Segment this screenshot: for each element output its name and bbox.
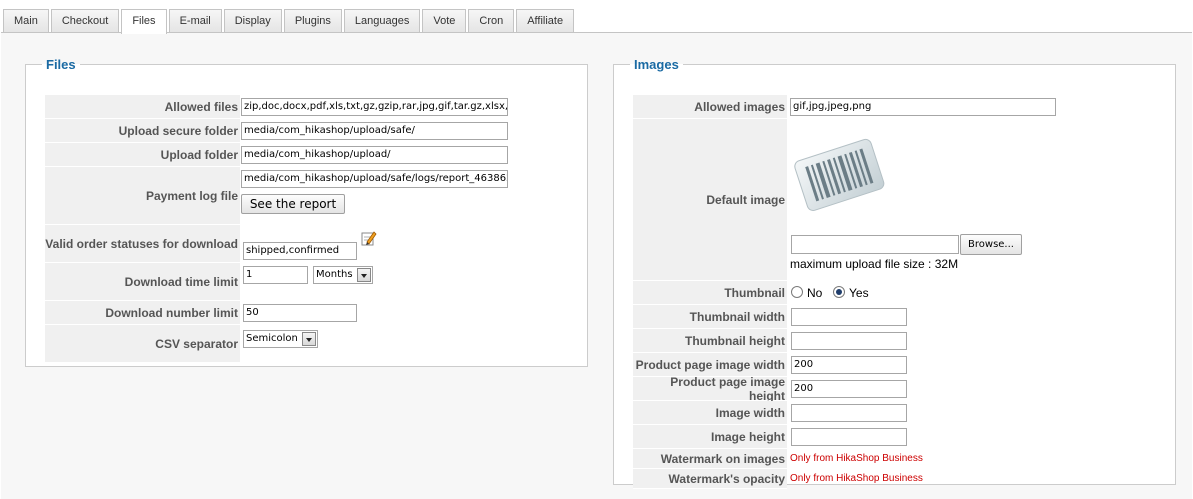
valid-statuses-label: Valid order statuses for download bbox=[45, 225, 240, 263]
tab-affiliate[interactable]: Affiliate bbox=[516, 9, 575, 33]
download-time-input[interactable]: 1 bbox=[243, 266, 308, 284]
images-legend: Images bbox=[634, 57, 679, 72]
tab-content-panel: Files Allowed files zip,doc,docx,pdf,xls… bbox=[1, 32, 1192, 499]
upload-folder-label: Upload folder bbox=[45, 143, 240, 167]
thumbnail-width-label: Thumbnail width bbox=[633, 305, 787, 329]
allowed-images-input[interactable]: gif,jpg,jpeg,png bbox=[790, 98, 1056, 116]
allowed-images-row: Allowed images gif,jpg,jpeg,png bbox=[614, 95, 1175, 119]
image-height-input[interactable] bbox=[791, 428, 907, 446]
image-width-row: Image width bbox=[614, 401, 1175, 425]
thumbnail-width-input[interactable] bbox=[791, 308, 907, 326]
download-time-label: Download time limit bbox=[45, 263, 240, 301]
default-image-file-input[interactable] bbox=[791, 235, 959, 254]
product-image-width-label: Product page image width bbox=[633, 353, 787, 377]
watermark-row: Watermark on images Only from HikaShop B… bbox=[614, 449, 1175, 469]
see-report-button[interactable]: See the report bbox=[241, 194, 345, 214]
watermark-opacity-row: Watermark's opacity Only from HikaShop B… bbox=[614, 469, 1175, 489]
thumbnail-height-input[interactable] bbox=[791, 332, 907, 350]
files-legend: Files bbox=[46, 57, 76, 72]
payment-log-input[interactable]: media/com_hikashop/upload/safe/logs/repo… bbox=[241, 170, 508, 188]
thumbnail-no-label: No bbox=[807, 286, 823, 300]
allowed-images-label: Allowed images bbox=[633, 95, 787, 119]
watermark-opacity-business-note: Only from HikaShop Business bbox=[790, 473, 923, 484]
image-width-input[interactable] bbox=[791, 404, 907, 422]
product-image-width-row: Product page image width 200 bbox=[614, 353, 1175, 377]
csv-separator-value: Semicolon bbox=[246, 333, 298, 344]
download-time-unit-select[interactable]: Months bbox=[313, 266, 373, 284]
watermark-label: Watermark on images bbox=[633, 449, 787, 469]
download-time-row: Download time limit 1 Months bbox=[26, 263, 587, 301]
max-upload-text: maximum upload file size : 32M bbox=[790, 257, 959, 271]
edit-pencil-icon[interactable] bbox=[361, 230, 377, 246]
image-height-row: Image height bbox=[614, 425, 1175, 449]
browse-button[interactable]: Browse... bbox=[960, 234, 1022, 255]
allowed-files-row: Allowed files zip,doc,docx,pdf,xls,txt,g… bbox=[26, 95, 587, 119]
product-image-height-row: Product page image height 200 bbox=[614, 375, 1175, 403]
default-image-row: Default image Browse... maximum upload f… bbox=[614, 119, 1175, 281]
chevron-down-icon bbox=[302, 332, 316, 346]
csv-separator-label: CSV separator bbox=[45, 325, 240, 363]
upload-folder-row: Upload folder media/com_hikashop/upload/ bbox=[26, 143, 587, 167]
download-time-unit-value: Months bbox=[316, 269, 353, 280]
tab-vote[interactable]: Vote bbox=[422, 9, 467, 33]
download-number-input[interactable]: 50 bbox=[243, 304, 357, 322]
tab-email[interactable]: E-mail bbox=[168, 9, 222, 33]
download-number-label: Download number limit bbox=[45, 301, 240, 325]
thumbnail-height-label: Thumbnail height bbox=[633, 329, 787, 353]
files-fieldset: Files Allowed files zip,doc,docx,pdf,xls… bbox=[25, 57, 588, 367]
upload-secure-folder-row: Upload secure folder media/com_hikashop/… bbox=[26, 119, 587, 143]
upload-secure-folder-label: Upload secure folder bbox=[45, 119, 240, 143]
watermark-business-note: Only from HikaShop Business bbox=[790, 453, 923, 464]
upload-folder-input[interactable]: media/com_hikashop/upload/ bbox=[241, 146, 508, 164]
watermark-opacity-label: Watermark's opacity bbox=[633, 469, 787, 489]
default-image-label: Default image bbox=[633, 119, 787, 281]
allowed-files-input[interactable]: zip,doc,docx,pdf,xls,txt,gz,gzip,rar,jpg… bbox=[241, 98, 508, 116]
tab-checkout[interactable]: Checkout bbox=[50, 9, 120, 33]
tab-display[interactable]: Display bbox=[223, 9, 282, 33]
valid-statuses-row: Valid order statuses for download shippe… bbox=[26, 225, 587, 263]
tab-languages[interactable]: Languages bbox=[343, 9, 421, 33]
chevron-down-icon bbox=[357, 268, 371, 282]
upload-secure-folder-input[interactable]: media/com_hikashop/upload/safe/ bbox=[241, 122, 508, 140]
download-number-row: Download number limit 50 bbox=[26, 301, 587, 325]
thumbnail-yes-label: Yes bbox=[849, 286, 869, 300]
image-width-label: Image width bbox=[633, 401, 787, 425]
barcode-icon bbox=[794, 138, 885, 211]
csv-separator-select[interactable]: Semicolon bbox=[243, 330, 318, 348]
image-height-label: Image height bbox=[633, 425, 787, 449]
tab-files[interactable]: Files bbox=[121, 9, 167, 34]
thumbnail-width-row: Thumbnail width bbox=[614, 305, 1175, 329]
tab-plugins[interactable]: Plugins bbox=[283, 9, 342, 33]
images-fieldset: Images Allowed images gif,jpg,jpeg,png D… bbox=[613, 57, 1176, 489]
product-image-height-input[interactable]: 200 bbox=[791, 380, 907, 398]
product-image-height-label: Product page image height bbox=[633, 375, 787, 403]
allowed-files-label: Allowed files bbox=[45, 95, 240, 119]
tab-cron[interactable]: Cron bbox=[468, 9, 515, 33]
product-image-width-input[interactable]: 200 bbox=[791, 356, 907, 374]
payment-log-label: Payment log file bbox=[45, 167, 240, 225]
thumbnail-height-row: Thumbnail height bbox=[614, 329, 1175, 353]
csv-separator-row: CSV separator Semicolon bbox=[26, 325, 587, 363]
thumbnail-no-radio[interactable] bbox=[791, 286, 803, 298]
valid-statuses-input[interactable]: shipped,confirmed bbox=[243, 242, 357, 260]
tab-bar: Main Checkout Files E-mail Display Plugi… bbox=[3, 9, 576, 34]
thumbnail-label: Thumbnail bbox=[633, 281, 787, 305]
thumbnail-row: Thumbnail No Yes bbox=[614, 281, 1175, 305]
payment-log-row: Payment log file media/com_hikashop/uplo… bbox=[26, 167, 587, 225]
thumbnail-yes-radio[interactable] bbox=[833, 286, 845, 298]
tab-main[interactable]: Main bbox=[3, 9, 49, 33]
